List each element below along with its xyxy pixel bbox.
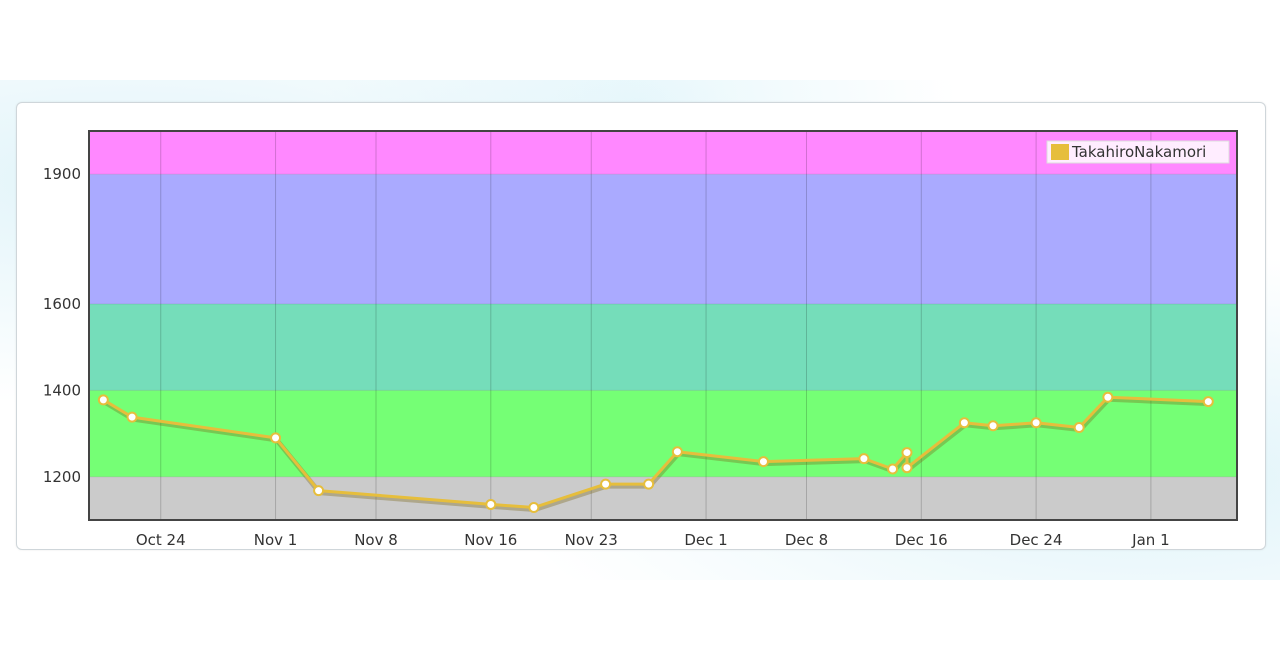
data-point — [1030, 417, 1042, 429]
x-tick-label: Dec 16 — [895, 531, 948, 549]
data-point — [528, 501, 540, 513]
x-tick-label: Dec 1 — [684, 531, 727, 549]
x-tick-label: Nov 16 — [464, 531, 517, 549]
data-point — [958, 417, 970, 429]
data-point — [1073, 422, 1085, 434]
data-point — [313, 485, 325, 497]
data-point — [887, 463, 899, 475]
x-tick-label: Dec 24 — [1010, 531, 1063, 549]
data-point — [1202, 396, 1214, 408]
x-tick-label: Nov 23 — [565, 531, 618, 549]
y-axis: 1200 1400 1600 1900 — [43, 165, 81, 486]
data-point — [901, 462, 913, 474]
data-point — [987, 420, 999, 432]
data-point — [671, 446, 683, 458]
x-tick-label: Dec 8 — [785, 531, 828, 549]
data-point — [600, 478, 612, 490]
x-tick-label: Oct 24 — [136, 531, 186, 549]
rating-chart: 1200 1400 1600 1900 Oct 24 Nov 1 Nov 8 Nov 16 N… — [43, 130, 1238, 549]
legend-swatch — [1051, 144, 1069, 160]
y-tick-label: 1200 — [43, 468, 81, 486]
legend: TakahiroNakamori — [1046, 140, 1230, 164]
data-point — [643, 478, 655, 490]
data-point — [485, 498, 497, 510]
data-point — [901, 447, 913, 459]
y-tick-label: 1600 — [43, 295, 81, 313]
x-tick-label: Nov 8 — [354, 531, 398, 549]
rating-band — [89, 303, 1237, 391]
rating-band — [89, 476, 1237, 520]
data-point — [270, 432, 282, 444]
y-tick-label: 1900 — [43, 165, 81, 183]
rating-band — [89, 174, 1237, 304]
data-point — [1102, 391, 1114, 403]
x-tick-label: Nov 1 — [254, 531, 298, 549]
x-axis: Oct 24 Nov 1 Nov 8 Nov 16 Nov 23 Dec 1 Dec 8 De… — [136, 531, 1170, 549]
data-point — [126, 411, 138, 423]
rating-band — [89, 390, 1237, 477]
x-tick-label: Jan 1 — [1131, 531, 1169, 549]
legend-label: TakahiroNakamori — [1071, 143, 1206, 161]
data-point — [858, 453, 870, 465]
y-tick-label: 1400 — [43, 381, 81, 399]
rating-bands — [89, 131, 1237, 520]
data-point — [757, 456, 769, 468]
data-point — [97, 394, 109, 406]
